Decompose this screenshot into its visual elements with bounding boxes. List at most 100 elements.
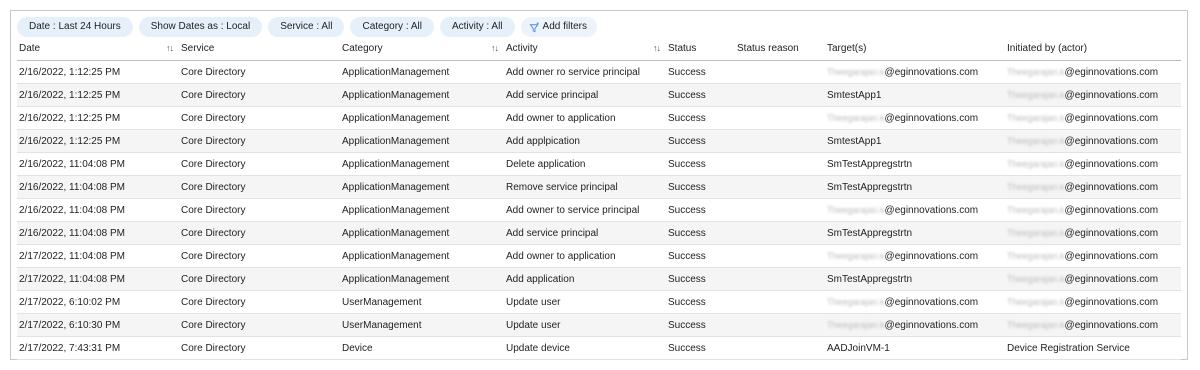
cell-activity: Add service principal xyxy=(504,221,666,245)
sort-icon[interactable]: ↑↓ xyxy=(491,43,499,53)
cell-target: Theegarajan.k@eginnovations.com xyxy=(825,244,1005,268)
cell-status-reason xyxy=(735,290,825,314)
cell-activity-text: Add service principal xyxy=(506,227,599,239)
column-header-label: Date xyxy=(19,43,41,54)
cell-category: UserManagement xyxy=(340,290,504,314)
cell-activity-text: Add owner to service principal xyxy=(506,204,640,216)
cell-activity-text: Update device xyxy=(506,342,570,354)
cell-activity: Delete application xyxy=(504,152,666,176)
filter-service[interactable]: Service : All xyxy=(268,17,345,37)
cell-activity: Update device xyxy=(504,336,666,360)
cell-service-text: Core Directory xyxy=(181,112,246,124)
cell-service: Core Directory xyxy=(179,336,340,360)
table-row[interactable]: 2/17/2022, 7:43:31 PM Core Directory Devic… xyxy=(17,336,1181,360)
add-filters-button[interactable]: Add filters xyxy=(520,17,597,37)
column-header-date[interactable]: Date ↑↓ xyxy=(17,37,179,61)
cell-target-text: @eginnovations.com xyxy=(884,66,979,78)
table-row[interactable]: 2/16/2022, 1:12:25 PM Core Directory Appli… xyxy=(17,129,1181,153)
table-row[interactable]: 2/16/2022, 1:12:25 PM Core Directory Appli… xyxy=(17,106,1181,130)
table-row[interactable]: 2/17/2022, 6:10:02 PM Core Directory UserM… xyxy=(17,290,1181,314)
table-row[interactable]: 2/17/2022, 11:04:08 PM Core Directory Appl… xyxy=(17,267,1181,291)
cell-date-text: 2/17/2022, 11:04:08 PM xyxy=(19,273,126,285)
table-row[interactable]: 2/16/2022, 11:04:08 PM Core Directory Appl… xyxy=(17,221,1181,245)
cell-target-text: @eginnovations.com xyxy=(884,204,979,216)
redacted-name: Theegarajan.k xyxy=(1007,66,1065,77)
cell-activity: Add owner ro service principal xyxy=(504,60,666,84)
cell-date: 2/16/2022, 1:12:25 PM xyxy=(17,60,179,84)
audit-log-table: Date ↑↓ Service Category ↑↓ Activity ↑↓ Sta… xyxy=(17,37,1181,360)
cell-target-text: SmTestAppregstrtn xyxy=(827,158,913,170)
column-header-category[interactable]: Category ↑↓ xyxy=(340,37,504,61)
table-row[interactable]: 2/16/2022, 11:04:08 PM Core Directory Appl… xyxy=(17,152,1181,176)
redacted-name: Theegarajan.k xyxy=(827,250,885,261)
cell-activity: Add owner to application xyxy=(504,244,666,268)
cell-activity: Add owner to service principal xyxy=(504,198,666,222)
cell-date: 2/17/2022, 11:04:08 PM xyxy=(17,267,179,291)
cell-status-text: Success xyxy=(668,319,706,331)
cell-service-text: Core Directory xyxy=(181,66,246,78)
cell-status-reason xyxy=(735,129,825,153)
cell-service: Core Directory xyxy=(179,60,340,84)
cell-actor-text: @eginnovations.com xyxy=(1064,319,1159,331)
cell-status-reason xyxy=(735,198,825,222)
cell-actor: Theegarajan.k@eginnovations.com xyxy=(1005,267,1181,291)
cell-actor-text: @eginnovations.com xyxy=(1064,181,1159,193)
cell-date: 2/17/2022, 7:43:31 PM xyxy=(17,336,179,360)
cell-date-text: 2/17/2022, 7:43:31 PM xyxy=(19,342,121,354)
filter-category[interactable]: Category : All xyxy=(350,17,434,37)
filter-activity[interactable]: Activity : All xyxy=(439,17,515,37)
cell-service-text: Core Directory xyxy=(181,273,246,285)
column-header-activity[interactable]: Activity ↑↓ xyxy=(504,37,666,61)
cell-actor-text: @eginnovations.com xyxy=(1064,296,1159,308)
cell-status-reason xyxy=(735,313,825,337)
cell-actor-text: @eginnovations.com xyxy=(1064,204,1159,216)
cell-target-text: SmTestAppregstrtn xyxy=(827,227,913,239)
cell-status-text: Success xyxy=(668,135,706,147)
redacted-name: Theegarajan.k xyxy=(1007,204,1065,215)
cell-status-reason xyxy=(735,267,825,291)
column-header-label: Activity xyxy=(506,43,538,54)
cell-actor-text: @eginnovations.com xyxy=(1064,250,1159,262)
table-row[interactable]: 2/17/2022, 6:10:30 PM Core Directory UserM… xyxy=(17,313,1181,337)
cell-actor-text: @eginnovations.com xyxy=(1064,112,1159,124)
table-row[interactable]: 2/16/2022, 11:04:08 PM Core Directory Appl… xyxy=(17,198,1181,222)
cell-date: 2/16/2022, 11:04:08 PM xyxy=(17,198,179,222)
cell-activity: Add service principal xyxy=(504,83,666,107)
table-row[interactable]: 2/16/2022, 1:12:25 PM Core Directory Appli… xyxy=(17,83,1181,107)
cell-actor-text: @eginnovations.com xyxy=(1064,273,1159,285)
cell-date: 2/16/2022, 11:04:08 PM xyxy=(17,175,179,199)
cell-category-text: ApplicationManagement xyxy=(342,112,450,124)
cell-category-text: ApplicationManagement xyxy=(342,181,450,193)
cell-actor: Theegarajan.k@eginnovations.com xyxy=(1005,290,1181,314)
cell-category: Device xyxy=(340,336,504,360)
cell-actor-text: @eginnovations.com xyxy=(1064,66,1159,78)
cell-actor: Theegarajan.k@eginnovations.com xyxy=(1005,129,1181,153)
column-header-status-reason: Status reason xyxy=(735,37,825,61)
cell-activity-text: Add service principal xyxy=(506,89,599,101)
cell-category-text: ApplicationManagement xyxy=(342,89,450,101)
cell-status-reason xyxy=(735,83,825,107)
sort-icon[interactable]: ↑↓ xyxy=(166,43,174,53)
cell-target-text: @eginnovations.com xyxy=(884,112,979,124)
column-header-label: Status xyxy=(668,43,697,54)
table-row[interactable]: 2/16/2022, 11:04:08 PM Core Directory Appl… xyxy=(17,175,1181,199)
cell-service-text: Core Directory xyxy=(181,89,246,101)
filter-show-dates[interactable]: Show Dates as : Local xyxy=(138,17,263,37)
cell-category-text: ApplicationManagement xyxy=(342,158,450,170)
cell-status: Success xyxy=(666,336,735,360)
sort-icon[interactable]: ↑↓ xyxy=(653,43,661,53)
redacted-name: Theegarajan.k xyxy=(1007,135,1065,146)
table-row[interactable]: 2/17/2022, 11:04:08 PM Core Directory Appl… xyxy=(17,244,1181,268)
cell-status-reason xyxy=(735,152,825,176)
cell-activity: Remove service principal xyxy=(504,175,666,199)
table-row[interactable]: 2/16/2022, 1:12:25 PM Core Directory Appli… xyxy=(17,60,1181,84)
cell-service-text: Core Directory xyxy=(181,181,246,193)
cell-target: Theegarajan.k@eginnovations.com xyxy=(825,290,1005,314)
cell-date-text: 2/16/2022, 1:12:25 PM xyxy=(19,89,121,101)
cell-status: Success xyxy=(666,267,735,291)
column-header-actor: Initiated by (actor) xyxy=(1005,37,1181,61)
cell-category: ApplicationManagement xyxy=(340,60,504,84)
filter-date[interactable]: Date : Last 24 Hours xyxy=(17,17,133,37)
cell-service: Core Directory xyxy=(179,290,340,314)
cell-date: 2/16/2022, 1:12:25 PM xyxy=(17,129,179,153)
